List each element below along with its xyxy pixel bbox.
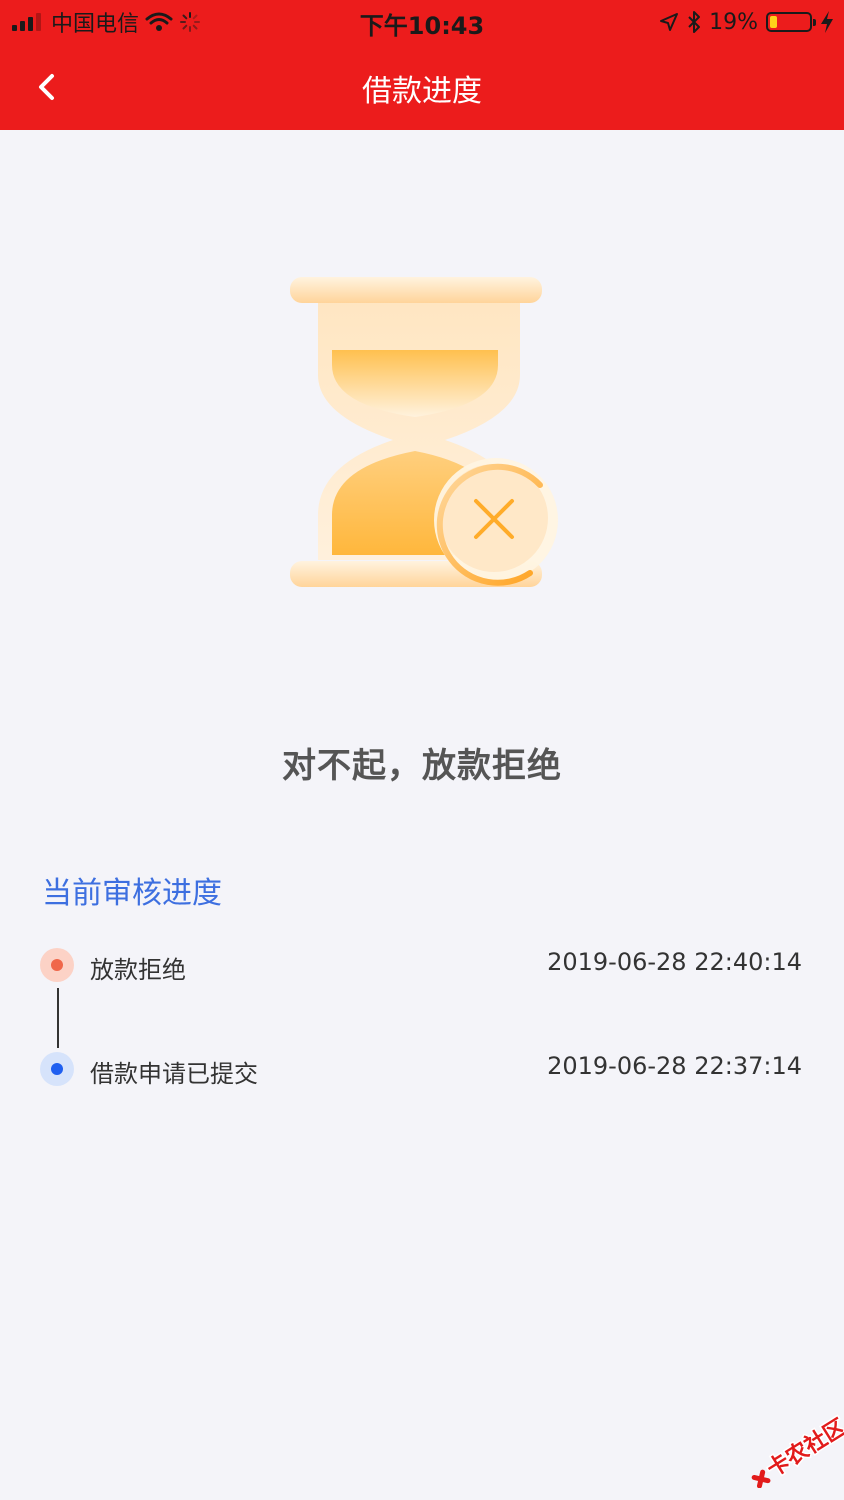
progress-section-title: 当前审核进度 [42,876,222,911]
timeline-item-rejected: 放款拒绝 2019-06-28 22:40:14 [40,948,810,984]
status-dot-rejected [40,948,74,982]
battery-percent: 19% [709,9,758,35]
status-dot-submitted [40,1052,74,1086]
charging-bolt-icon [821,11,833,33]
bluetooth-icon [688,11,701,33]
status-bar: 中国电信 下午10:43 19% [0,0,844,44]
result-message: 对不起，放款拒绝 [282,746,562,786]
timeline-item-submitted: 借款申请已提交 2019-06-28 22:37:14 [40,1052,810,1088]
timeline-connector [57,988,59,1048]
timeline-time: 2019-06-28 22:37:14 [547,1052,802,1080]
timeline-time: 2019-06-28 22:40:14 [547,948,802,976]
watermark-logo: 卡农社区 [751,1412,844,1488]
timeline-label: 借款申请已提交 [90,1060,258,1088]
timeline-label: 放款拒绝 [90,956,186,984]
nav-bar: 借款进度 [0,44,844,130]
location-arrow-icon [660,13,679,31]
progress-timeline: 放款拒绝 2019-06-28 22:40:14 借款申请已提交 2019-06… [40,948,810,1098]
hourglass-rejected-illustration [290,277,558,587]
battery-icon [766,12,816,32]
watermark-text: 卡农社区 [762,1414,844,1483]
page-title: 借款进度 [362,74,482,109]
status-right: 19% [659,6,834,38]
